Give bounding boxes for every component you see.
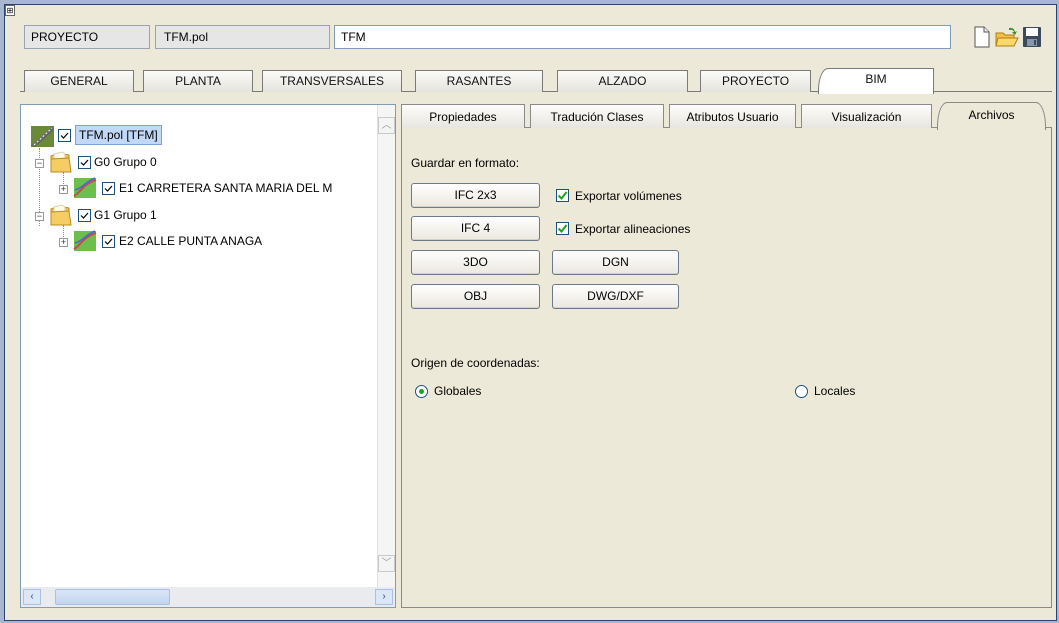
axis-label: E2 CALLE PUNTA ANAGA <box>119 234 263 248</box>
subtab-traducion-clases[interactable]: Tradución Clases <box>530 104 664 128</box>
group-checkbox[interactable] <box>78 209 91 222</box>
export-alignments-label: Exportar alineaciones <box>575 222 691 236</box>
expand-icon[interactable]: + <box>59 238 68 247</box>
origin-globales-label: Globales <box>434 384 482 398</box>
collapse-icon[interactable]: − <box>35 212 44 221</box>
tab-rasantes[interactable]: RASANTES <box>415 70 543 92</box>
radio-selected-dot <box>419 389 424 394</box>
alignment-icon <box>31 124 55 148</box>
open-folder-icon[interactable] <box>995 26 1019 48</box>
project-tree[interactable]: TFM.pol [TFM] − G0 Grupo 0 + E1 CARRETER… <box>20 104 396 608</box>
project-name-input[interactable] <box>334 25 951 49</box>
origin-globales-radio[interactable] <box>415 385 428 398</box>
scroll-thumb[interactable] <box>55 589 170 605</box>
project-file-field: TFM.pol <box>155 25 330 49</box>
tab-general[interactable]: GENERAL <box>24 70 134 92</box>
new-document-icon[interactable] <box>971 26 993 48</box>
properties-panel: Propiedades Tradución Clases Atributos U… <box>401 102 1052 608</box>
group-checkbox[interactable] <box>78 156 91 169</box>
tab-proyecto[interactable]: PROYECTO <box>700 70 811 92</box>
expand-icon[interactable]: + <box>59 185 68 194</box>
archivos-content: Guardar en formato: IFC 2x3 IFC 4 3DO OB… <box>401 127 1052 608</box>
scroll-left-icon[interactable]: ‹ <box>23 589 41 605</box>
collapse-icon[interactable]: − <box>35 159 44 168</box>
origin-label: Origen de coordenadas: <box>411 356 540 370</box>
group-label: G0 Grupo 0 <box>94 155 157 169</box>
scroll-down-icon[interactable]: ﹀ <box>378 555 395 572</box>
axis-checkbox[interactable] <box>102 235 115 248</box>
dgn-button[interactable]: DGN <box>552 250 679 275</box>
ifc2x3-button[interactable]: IFC 2x3 <box>411 183 540 208</box>
group-folder-icon <box>49 203 73 227</box>
subtab-atributos-usuario[interactable]: Atributos Usuario <box>669 104 796 128</box>
pin-icon[interactable]: ⊞ <box>5 5 15 16</box>
scroll-right-icon[interactable]: › <box>375 589 393 605</box>
group-label: G1 Grupo 1 <box>94 208 157 222</box>
origin-locales-label: Locales <box>814 384 856 398</box>
export-volumes-checkbox[interactable] <box>556 189 569 202</box>
tree-horizontal-scrollbar[interactable]: ‹ › <box>21 587 395 607</box>
axis-icon <box>73 229 97 253</box>
root-checkbox[interactable] <box>58 129 71 142</box>
tab-planta[interactable]: PLANTA <box>143 70 253 92</box>
scroll-up-icon[interactable]: ︿ <box>378 117 395 134</box>
project-label: PROYECTO <box>24 25 150 49</box>
axis-icon <box>73 176 97 200</box>
export-volumes-label: Exportar volúmenes <box>575 189 682 203</box>
tab-transversales[interactable]: TRANSVERSALES <box>262 70 402 92</box>
origin-locales-radio[interactable] <box>795 385 808 398</box>
tree-root-label: TFM.pol [TFM] <box>75 125 162 145</box>
group-folder-icon <box>49 150 73 174</box>
tab-alzado[interactable]: ALZADO <box>557 70 688 92</box>
dwg-dxf-button[interactable]: DWG/DXF <box>552 284 679 309</box>
axis-checkbox[interactable] <box>102 182 115 195</box>
obj-button[interactable]: OBJ <box>411 284 540 309</box>
save-disk-icon[interactable] <box>1022 26 1044 48</box>
tree-vertical-scrollbar[interactable]: ︿ ﹀ <box>377 105 395 589</box>
subtab-visualizacion[interactable]: Visualización <box>801 104 932 128</box>
3do-button[interactable]: 3DO <box>411 250 540 275</box>
tab-bim[interactable]: BIM <box>818 68 934 94</box>
ifc4-button[interactable]: IFC 4 <box>411 216 540 241</box>
subtab-archivos[interactable]: Archivos <box>937 102 1046 130</box>
axis-label: E1 CARRETERA SANTA MARIA DEL M <box>119 181 333 195</box>
export-alignments-checkbox[interactable] <box>556 222 569 235</box>
subtab-propiedades[interactable]: Propiedades <box>401 104 525 128</box>
save-format-label: Guardar en formato: <box>411 156 520 170</box>
